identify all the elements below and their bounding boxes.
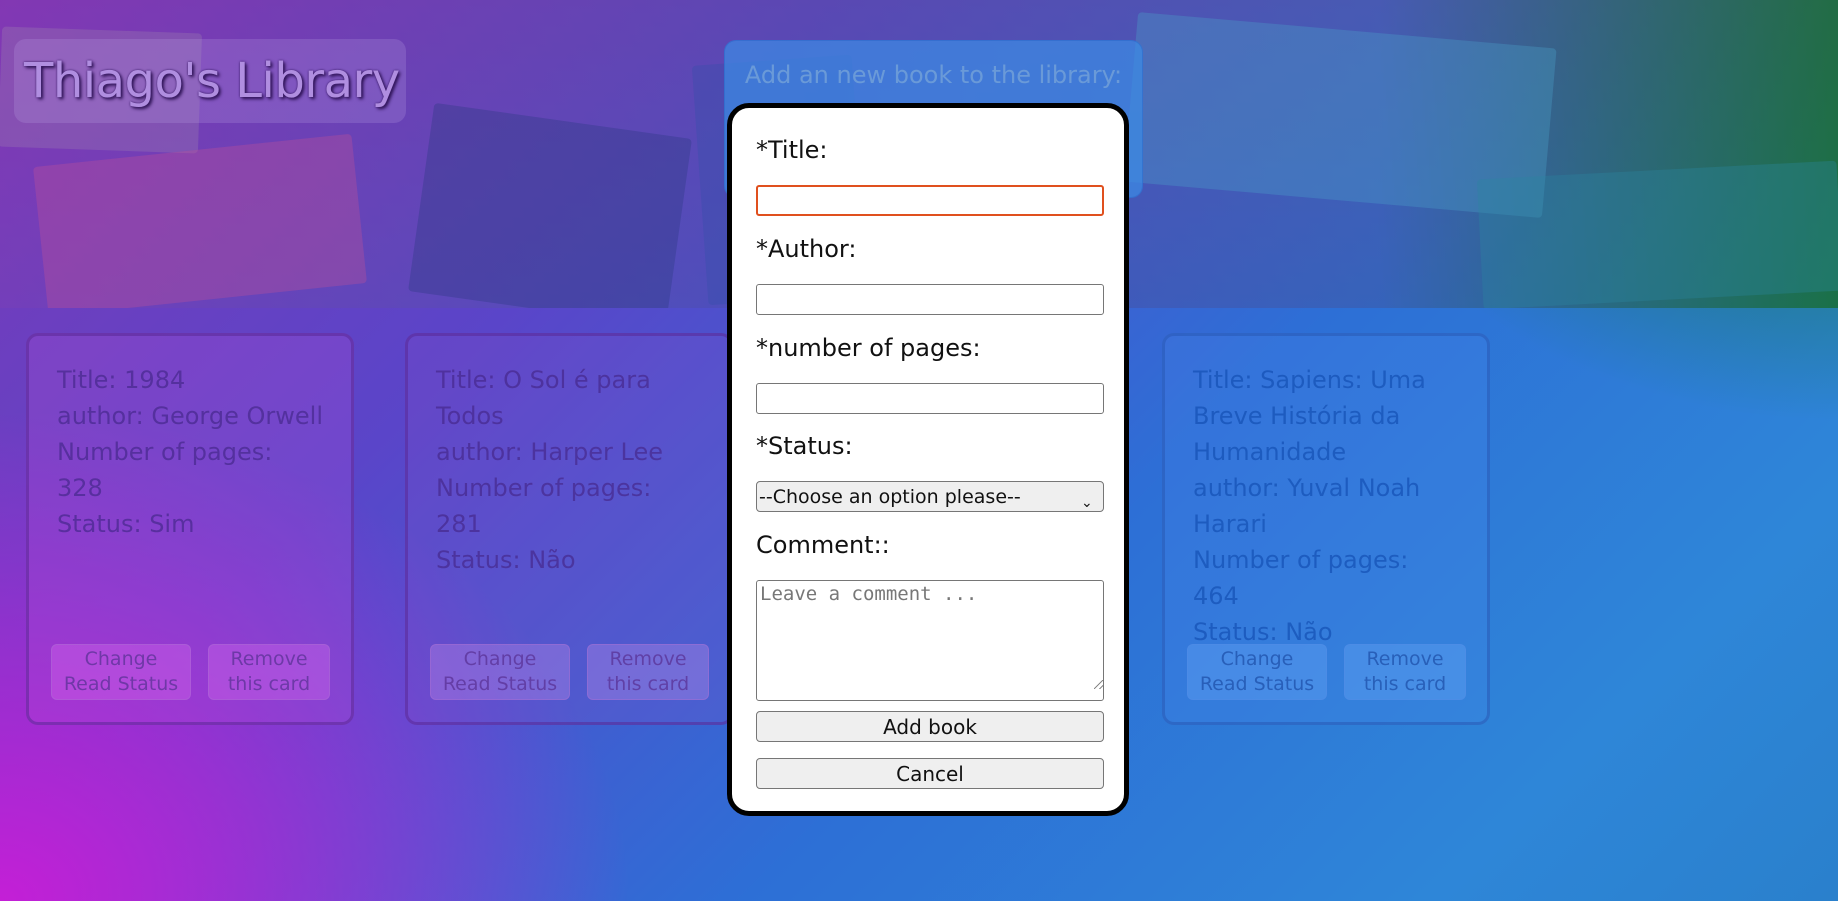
remove-card-button[interactable]: Remove this card: [587, 644, 709, 700]
status-label: *Status:: [756, 432, 853, 460]
page-title: Thiago's Library: [24, 53, 400, 109]
comment-textarea[interactable]: [756, 580, 1104, 701]
background-book-image: [408, 102, 692, 308]
book-card: Title: Sapiens: Uma Breve História da Hu…: [1162, 333, 1490, 725]
title-box: Thiago's Library: [14, 39, 406, 123]
book-author: author: Yuval Noah Harari: [1193, 474, 1421, 538]
add-book-button[interactable]: Add book: [756, 711, 1104, 742]
remove-card-button[interactable]: Remove this card: [1344, 644, 1466, 700]
book-author: author: George Orwell: [57, 402, 323, 430]
title-input[interactable]: [756, 185, 1104, 216]
book-author: author: Harper Lee: [436, 438, 663, 466]
title-label: *Title:: [756, 136, 828, 164]
remove-card-button[interactable]: Remove this card: [208, 644, 330, 700]
book-status: Status: Sim: [57, 510, 195, 538]
change-read-status-button[interactable]: Change Read Status: [430, 644, 570, 700]
book-card: Title: 1984 author: George Orwell Number…: [26, 333, 354, 725]
add-book-dialog: *Title: *Author: *number of pages: *Stat…: [727, 103, 1129, 816]
book-card: Title: O Sol é para Todos author: Harper…: [405, 333, 733, 725]
pages-label: *number of pages:: [756, 334, 981, 362]
book-title: Title: O Sol é para Todos: [436, 366, 651, 430]
background-book-image: [1476, 160, 1838, 308]
book-title: Title: Sapiens: Uma Breve História da Hu…: [1193, 366, 1426, 466]
book-title: Title: 1984: [57, 366, 186, 394]
change-read-status-button[interactable]: Change Read Status: [1187, 644, 1327, 700]
comment-label: Comment::: [756, 531, 890, 559]
cancel-button[interactable]: Cancel: [756, 758, 1104, 789]
book-pages: Number of pages: 281: [436, 474, 652, 538]
status-select[interactable]: --Choose an option please--: [756, 481, 1104, 512]
change-read-status-button[interactable]: Change Read Status: [51, 644, 191, 700]
pages-input[interactable]: [756, 383, 1104, 414]
book-status: Status: Não: [436, 546, 576, 574]
author-input[interactable]: [756, 284, 1104, 315]
book-pages: Number of pages: 328: [57, 438, 273, 502]
resize-grip-icon[interactable]: [1094, 680, 1103, 689]
author-label: *Author:: [756, 235, 857, 263]
background-book-image: [33, 133, 367, 308]
book-pages: Number of pages: 464: [1193, 546, 1409, 610]
